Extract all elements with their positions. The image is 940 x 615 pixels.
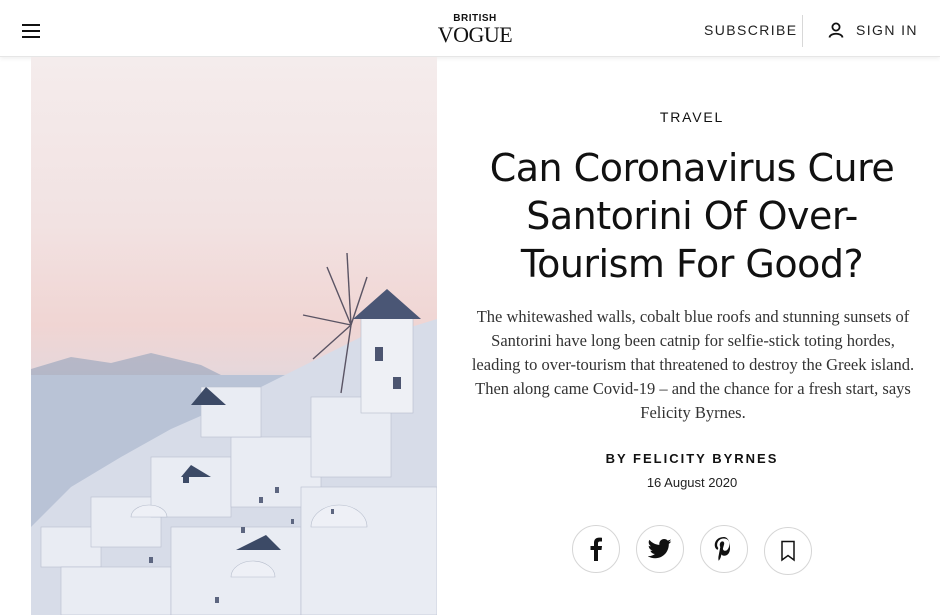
section-label[interactable]: TRAVEL — [592, 109, 792, 125]
subscribe-link[interactable]: SUBSCRIBE — [704, 22, 798, 38]
bookmark-button[interactable] — [764, 527, 812, 575]
facebook-icon — [590, 537, 602, 561]
bookmark-icon — [781, 540, 795, 562]
sign-in-link[interactable]: SIGN IN — [828, 22, 918, 38]
site-header: BRITISH VOGUE SUBSCRIBE SIGN IN — [0, 0, 940, 57]
article-dek: The whitewashed walls, cobalt blue roofs… — [471, 307, 915, 422]
article-headline: Can Coronavirus Cure Santorini Of Over-T… — [489, 146, 895, 286]
logo-main-text: VOGUE — [437, 22, 513, 47]
site-logo[interactable]: BRITISH VOGUE — [420, 13, 530, 46]
twitter-icon — [648, 539, 672, 559]
twitter-share-button[interactable] — [636, 525, 684, 573]
header-divider — [802, 15, 803, 47]
hero-image-santorini — [31, 57, 437, 615]
user-icon — [828, 22, 844, 38]
article-byline[interactable]: BY FELICITY BYRNES — [592, 451, 792, 466]
pinterest-share-button[interactable] — [700, 525, 748, 573]
publish-date: 16 August 2020 — [646, 475, 738, 490]
facebook-share-button[interactable] — [572, 525, 620, 573]
sign-in-label: SIGN IN — [856, 22, 918, 38]
pinterest-icon — [714, 537, 731, 561]
hamburger-menu-icon[interactable] — [22, 24, 40, 38]
